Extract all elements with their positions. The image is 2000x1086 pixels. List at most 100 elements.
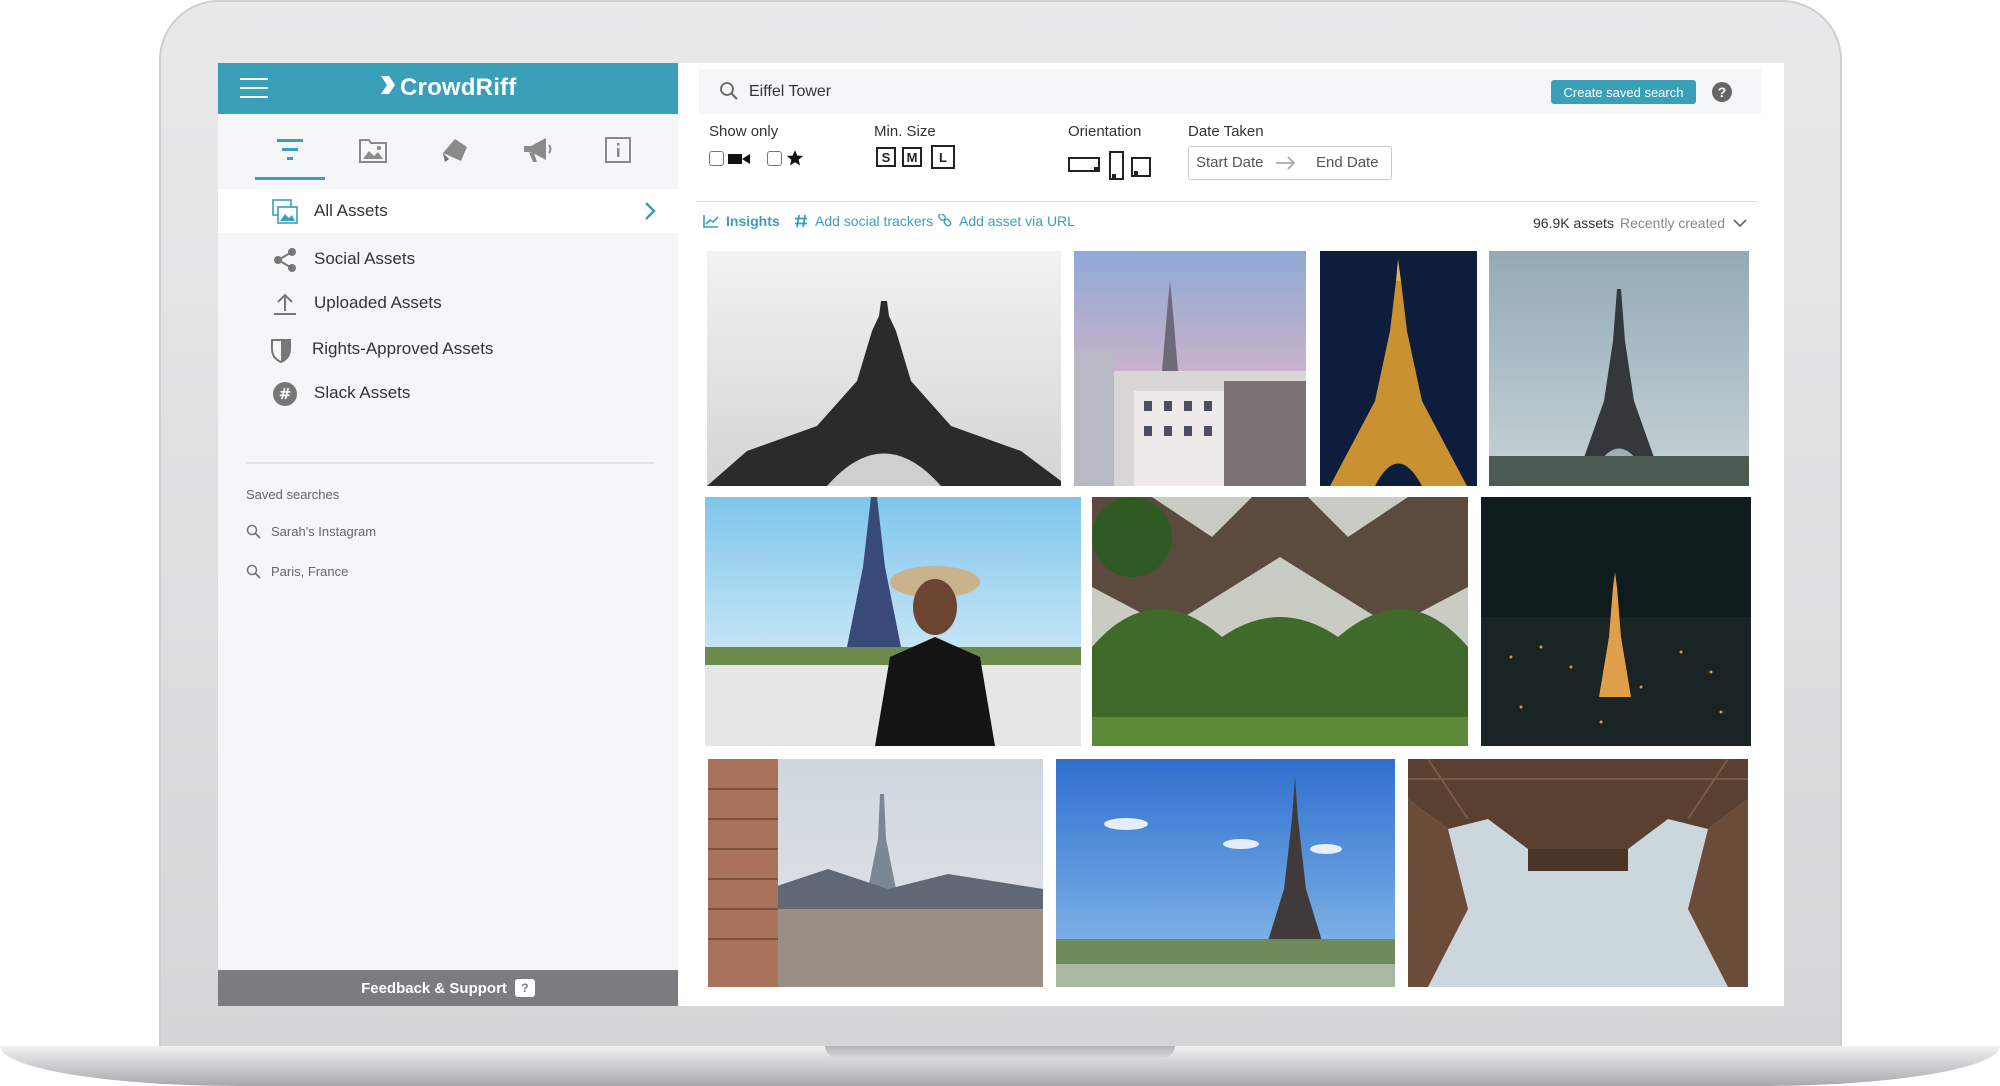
search-bar: Create saved search ? [699,69,1761,114]
video-checkbox[interactable] [709,151,724,166]
search-input[interactable] [747,79,1451,105]
date-taken-label: Date Taken [1188,123,1264,140]
add-social-trackers-link[interactable]: Add social trackers [794,213,933,229]
search-icon [246,524,261,539]
sidebar-tabs [218,114,678,186]
asset-thumbnail[interactable] [1074,251,1306,486]
search-icon [719,81,739,106]
megaphone-icon [524,138,552,162]
eiffel-bw-photo [707,251,1061,486]
nav-label: All Assets [314,201,388,220]
insights-label: Insights [726,213,780,229]
gallery-icon [359,139,387,163]
collections-icon [443,139,467,162]
eiffel-day-panorama-photo [1489,251,1749,486]
nav-all-assets[interactable]: All Assets [218,189,678,233]
asset-thumbnail[interactable] [1408,759,1748,987]
favorite-checkbox[interactable] [767,151,782,166]
filters-divider [696,201,1758,202]
slack-icon: # [272,381,298,407]
asset-thumbnail[interactable] [1056,759,1395,987]
add-asset-via-url-label: Add asset via URL [959,213,1075,229]
tab-collections[interactable] [420,126,490,174]
line-chart-icon [703,215,719,228]
asset-thumbnail[interactable] [705,497,1081,746]
asset-thumbnail[interactable] [1481,497,1751,746]
hashtag-icon [795,214,807,228]
upload-icon [272,291,298,317]
asset-nav: All Assets Social Assets Uploaded Assets… [218,189,678,415]
chevron-down-icon [1733,215,1747,231]
asset-thumbnail[interactable] [708,759,1043,987]
laptop-notch [825,1046,1175,1058]
image-library-icon [272,199,298,225]
brand-mark-icon [380,74,396,102]
saved-search-item[interactable]: Sarah's Instagram [246,524,376,539]
show-only-label: Show only [709,123,779,140]
asset-thumbnail[interactable] [707,251,1061,486]
help-icon[interactable]: ? [1712,82,1732,102]
asset-thumbnail[interactable] [1489,251,1749,486]
size-medium-button[interactable]: M [902,147,922,167]
question-icon: ? [514,979,535,997]
create-saved-search-button[interactable]: Create saved search [1551,80,1696,104]
menu-icon[interactable] [240,78,268,100]
add-social-trackers-label: Add social trackers [815,213,934,229]
nav-label: Uploaded Assets [314,293,442,312]
sort-label: Recently created [1620,215,1726,231]
nav-uploaded-assets[interactable]: Uploaded Assets [218,281,678,325]
share-icon [272,247,298,273]
sidebar-header: CrowdRiff [218,63,678,114]
size-small-button[interactable]: S [876,147,896,167]
link-icon [938,214,952,227]
asset-count: 96.9K assets [1533,215,1614,231]
main-panel: Create saved search ? Show only Min. Siz… [678,63,1784,1006]
paris-buildings-photo [1074,251,1306,486]
tab-campaigns[interactable] [503,126,573,174]
eiffel-blue-sky-photo [1056,759,1395,987]
asset-thumbnail[interactable] [1320,251,1477,486]
date-range-picker: Start Date End Date [1188,146,1392,180]
video-camera-icon [728,152,750,171]
tab-galleries[interactable] [338,126,408,174]
sidebar-divider [246,462,654,464]
min-size-label: Min. Size [874,123,936,140]
nav-slack-assets[interactable]: # Slack Assets [218,371,678,415]
feedback-support-button[interactable]: Feedback & Support ? [218,970,678,1006]
insights-link[interactable]: Insights [703,213,780,229]
saved-search-item[interactable]: Paris, France [246,564,348,579]
asset-thumbnail[interactable] [1092,497,1468,746]
nav-label: Rights-Approved Assets [312,339,494,358]
feedback-label: Feedback & Support [361,979,507,997]
paris-city-night-photo [1481,497,1751,746]
orientation-label: Orientation [1068,123,1142,140]
svg-text:#: # [279,385,292,403]
start-date-input[interactable]: Start Date [1196,154,1264,171]
sort-select[interactable]: Recently created [1620,215,1747,231]
tab-info[interactable] [583,126,653,174]
landscape-orientation-icon[interactable] [1068,157,1100,178]
paris-rooftops-photo [708,759,1043,987]
chevron-right-icon [644,201,656,226]
arrow-right-icon [1275,155,1297,175]
nav-social-assets[interactable]: Social Assets [218,237,678,281]
size-large-button[interactable]: L [931,145,955,169]
sidebar: CrowdRiff All Assets Social Assets Uploa… [218,63,678,1006]
saved-search-label: Sarah's Instagram [271,524,377,539]
star-icon [786,149,804,172]
end-date-input[interactable]: End Date [1316,154,1379,171]
add-asset-via-url-link[interactable]: Add asset via URL [938,213,1075,229]
square-orientation-icon[interactable] [1131,157,1151,182]
eiffel-night-gold-photo [1320,251,1477,486]
portrait-orientation-icon[interactable] [1109,151,1125,186]
filter-icon [277,139,303,160]
nav-label: Slack Assets [314,383,411,402]
tab-filters[interactable] [255,126,325,180]
shield-icon [268,337,294,363]
brand-logo[interactable]: CrowdRiff [380,74,516,102]
eiffel-underside-photo [1408,759,1748,987]
saved-search-label: Paris, France [271,564,349,579]
eiffel-trees-photo [1092,497,1468,746]
info-icon [605,137,631,163]
nav-rights-approved-assets[interactable]: Rights-Approved Assets [218,327,678,371]
